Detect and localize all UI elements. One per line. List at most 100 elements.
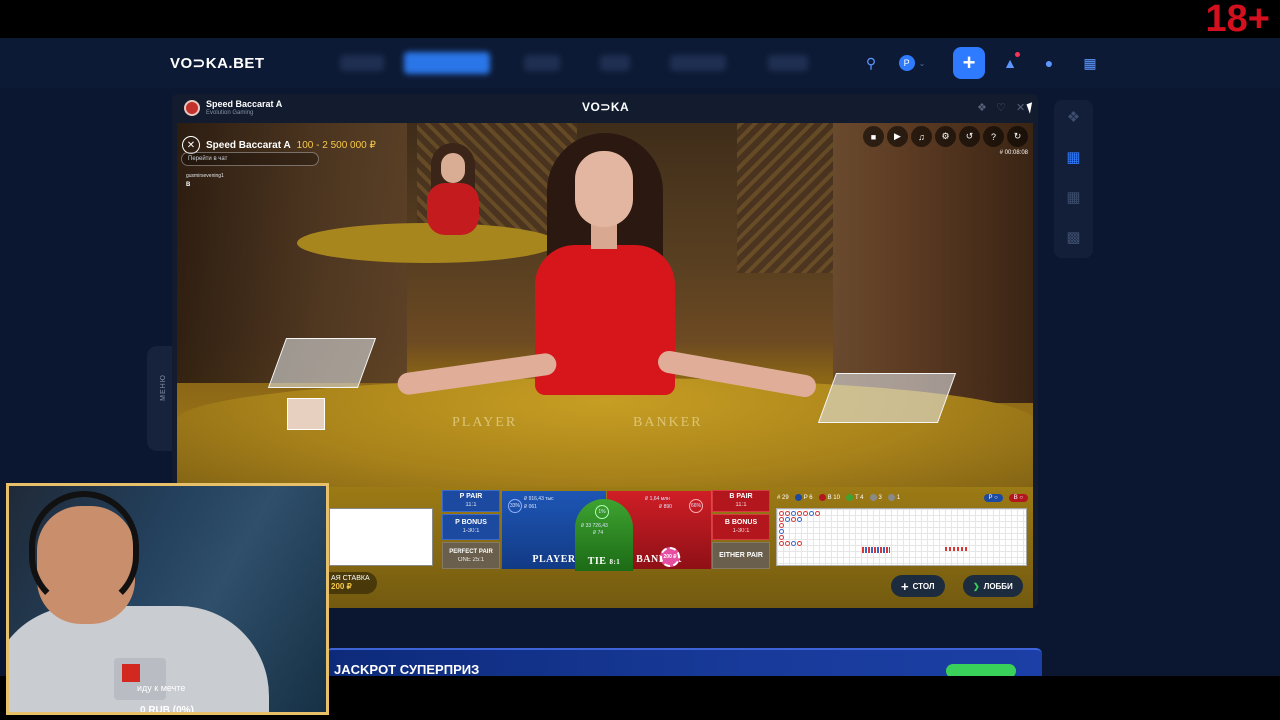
tie-label: TIE 8:1 — [587, 556, 621, 567]
tie-total: ₽ 33 726,43 — [581, 523, 608, 529]
card-shoe — [267, 338, 377, 388]
banker-ask-button[interactable]: B ○ — [1008, 494, 1028, 502]
grid-icon: ▦ — [1083, 54, 1097, 71]
menu-grid-button[interactable]: ▦ — [1074, 47, 1106, 79]
video-controls: ■ ▶ ♫ ⚙ ↺ ? ↻ — [863, 126, 1028, 147]
jackpot-title: JACKPOT СУПЕРПРИЗ — [334, 662, 480, 677]
profile-button[interactable]: ● — [1033, 47, 1065, 79]
live-video: PLAYER BANKER ✕ Speed Baccarat A 100 - 2… — [177, 123, 1033, 487]
close-icon: ✕ — [186, 139, 196, 151]
double-view-icon[interactable]: ▦ — [1065, 189, 1082, 206]
road-mark — [779, 517, 784, 522]
add-table-button[interactable]: + СТОЛ — [891, 575, 945, 597]
nav-item-active-blurred[interactable] — [404, 52, 490, 74]
player-total: ₽ 916,43 тыс — [524, 496, 554, 502]
bet-chip[interactable]: 200 ₽ — [660, 547, 680, 567]
chat-username: gusmirsevening1 — [186, 173, 224, 179]
big-road — [776, 508, 1027, 566]
plus-icon: + — [962, 50, 976, 75]
settings-icon[interactable]: ⚙ — [935, 126, 956, 147]
last-bet-value: 200 ₽ — [331, 582, 352, 591]
deposit-button[interactable]: + — [953, 47, 985, 79]
headset — [29, 491, 139, 611]
search-icon: ⚲ — [865, 54, 877, 71]
banker-count: ₽ 890 — [659, 504, 672, 510]
b-bonus-bet[interactable]: B BONUS 1-30:1 — [712, 514, 770, 540]
tie-percent: 1% — [595, 505, 609, 519]
p-bonus-bet[interactable]: P BONUS 1-30:1 — [442, 514, 500, 540]
notifications-button[interactable]: ▲ — [994, 47, 1026, 79]
pin-icon[interactable]: ❖ — [977, 101, 987, 114]
road-stats: # 29 P 6 B 10 T 4 3 1 P ○ B ○ — [777, 492, 1028, 504]
road-mark — [803, 511, 808, 516]
view-mode-panel: ❖ ▦ ▦ ▩ — [1054, 100, 1093, 258]
collapse-icon[interactable]: ❖ — [1065, 109, 1082, 126]
road-mark — [791, 511, 796, 516]
single-view-icon[interactable]: ▦ — [1065, 149, 1082, 166]
video-icon[interactable]: ▶ — [887, 126, 908, 147]
last-bet: АЯ СТАВКА 200 ₽ — [327, 572, 377, 594]
b-pair-bet[interactable]: B PAIR 11:1 — [712, 490, 770, 512]
history-icon[interactable]: ↺ — [959, 126, 980, 147]
road-mark — [797, 517, 802, 522]
wallet-button[interactable]: P ⌄ — [896, 47, 928, 79]
bet-limits: 100 - 2 500 000 ₽ — [296, 139, 376, 151]
stat-banker: B 10 — [818, 494, 840, 502]
quad-view-icon[interactable]: ▩ — [1065, 229, 1082, 246]
game-window-header: Speed Baccarat A Evolution Gaming VO⊃KA … — [172, 94, 1038, 122]
chat-icon[interactable]: ■ — [863, 126, 884, 147]
heart-icon[interactable]: ♡ — [996, 101, 1006, 114]
stat-bpair: 3 — [869, 494, 882, 502]
game-title: Speed Baccarat A — [206, 99, 283, 109]
screen: { "age_badge": "18+", "site": {"logo": "… — [0, 0, 1280, 720]
chat-message: B — [186, 182, 191, 188]
road-mark — [779, 529, 784, 534]
background-dealer — [423, 143, 483, 235]
search-button[interactable]: ⚲ — [855, 47, 887, 79]
sound-icon[interactable]: ♫ — [911, 126, 932, 147]
webcam-caption: иду к мечте — [137, 683, 186, 693]
cockroach-road — [945, 547, 967, 551]
stat-player: P 6 — [794, 494, 813, 502]
streamer-webcam: иду к мечте 0 RUB (0%) — [6, 483, 329, 715]
stat-tie: T 4 — [845, 494, 864, 502]
tie-bet[interactable]: 1% ₽ 33 726,43 ₽ 74 TIE 8:1 — [575, 499, 633, 571]
player-percent: 33% — [508, 499, 522, 513]
lobby-button[interactable]: ❯ ЛОББИ — [963, 575, 1023, 597]
small-road — [862, 547, 890, 553]
p-pair-bet[interactable]: P PAIR 11:1 — [442, 490, 500, 512]
fullscreen-icon[interactable]: ↻ — [1007, 126, 1028, 147]
nav-item-blurred[interactable] — [768, 55, 808, 71]
bell-icon: ▲ — [1003, 55, 1017, 71]
nav-item-blurred[interactable] — [524, 55, 560, 71]
road-mark — [785, 541, 790, 546]
road-mark — [809, 511, 814, 516]
player-ask-button[interactable]: P ○ — [983, 494, 1003, 502]
arrow-right-icon: ❯ — [973, 581, 980, 591]
brand-logo: VO⊃KA — [582, 100, 630, 114]
age-badge: 18+ — [1205, 0, 1270, 40]
chat-input[interactable]: Перейти в чат — [181, 152, 319, 166]
stat-total: # 29 — [777, 495, 789, 501]
side-menu-tab[interactable]: МЕНЮ — [147, 346, 172, 451]
table-banker-text: BANKER — [633, 415, 703, 430]
nav-item-blurred[interactable] — [600, 55, 630, 71]
background-decor — [833, 123, 1033, 403]
site-logo[interactable]: VO⊃KA.BET — [170, 54, 265, 72]
round-id: # 00:08:08 — [999, 150, 1028, 156]
perfect-pair-bet[interactable]: PERFECT PAIR ONE 25:1 — [442, 542, 500, 569]
road-mark — [797, 541, 802, 546]
road-mark — [785, 511, 790, 516]
banker-percent: 66% — [689, 499, 703, 513]
close-icon[interactable]: ✕ — [1016, 101, 1025, 114]
nav-item-blurred[interactable] — [340, 55, 384, 71]
either-pair-bet[interactable]: EITHER PAIR — [712, 542, 770, 569]
top-black-bar — [0, 0, 1280, 38]
banker-total: ₽ 1,64 млн — [645, 496, 670, 502]
nav-item-blurred[interactable] — [670, 55, 726, 71]
webcam-balance: 0 RUB (0%) — [140, 705, 194, 715]
wallet-icon: P — [898, 55, 915, 71]
help-icon[interactable]: ? — [983, 126, 1004, 147]
jackpot-banner[interactable]: JACKPOT СУПЕРПРИЗ — [326, 648, 1042, 678]
bead-road — [329, 508, 433, 566]
